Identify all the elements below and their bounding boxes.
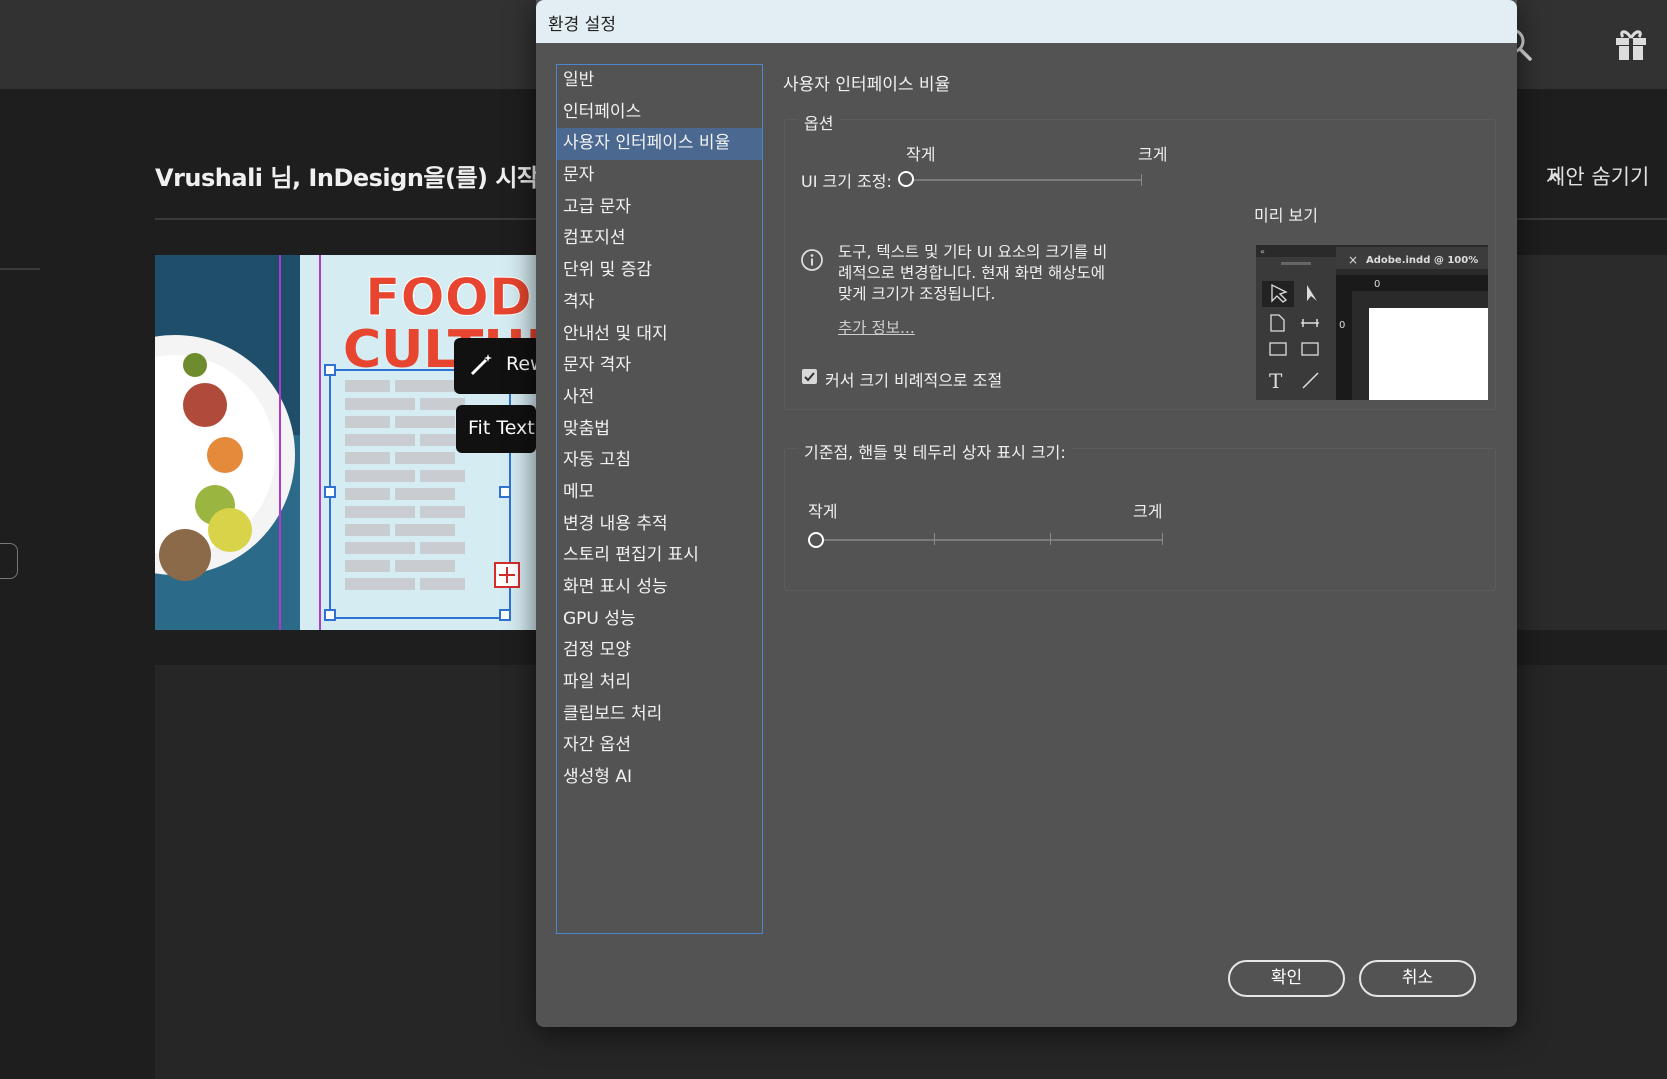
divider [0,268,40,270]
preferences-dialog: 환경 설정 일반 인터페이스 사용자 인터페이스 비율 문자 고급 문자 컴포지션 단위 및… [536,0,1517,1027]
nav-item[interactable]: 스토리 편집기 표시 [557,540,762,572]
nav-item[interactable]: 클립보드 처리 [557,699,762,731]
nav-item[interactable]: 맞춤법 [557,414,762,446]
ui-scale-small-label: 작게 [906,145,936,164]
slider-tick [1162,533,1163,545]
magic-wand-icon [470,354,492,376]
anchor-size-legend: 기준점, 핸들 및 테두리 상자 표시 크기: [798,439,1072,463]
nav-item[interactable]: 안내선 및 대지 [557,319,762,351]
nav-item[interactable]: 인터페이스 [557,97,762,129]
preview-ruler-zero-h: 0 [1374,279,1380,290]
anchor-size-slider-thumb[interactable] [808,532,824,548]
nav-item[interactable]: 문자 격자 [557,350,762,382]
nav-item[interactable]: 격자 [557,287,762,319]
ui-scale-large-label: 크게 [1138,145,1168,164]
preview-tab-label: Adobe.indd @ 100% [1366,255,1478,266]
cursor-scale-checkbox[interactable] [802,369,817,384]
anchor-size-slider-track[interactable] [816,539,1162,541]
nav-item[interactable]: 사용자 인터페이스 비율 [557,128,762,161]
ui-scale-preview: « T × Adobe.indd @ 100% 0 0 [1256,245,1488,400]
panel-title: 사용자 인터페이스 비율 [783,75,951,95]
more-info-link[interactable]: 추가 정보... [838,316,915,338]
preview-label: 미리 보기 [1254,206,1318,225]
nav-item[interactable]: 자간 옵션 [557,730,762,762]
preview-image: « T × Adobe.indd @ 100% 0 0 [1256,245,1488,400]
options-legend: 옵션 [798,110,840,134]
nav-item[interactable]: GPU 성능 [557,604,762,636]
collapse-glyph: « [1260,247,1265,256]
nav-item[interactable]: 자동 고침 [557,445,762,477]
nav-item[interactable]: 파일 처리 [557,667,762,699]
nav-item[interactable]: 단위 및 증감 [557,255,762,287]
ui-scale-slider-thumb[interactable] [898,171,914,187]
nav-item[interactable]: 메모 [557,477,762,509]
preferences-category-list[interactable]: 일반 인터페이스 사용자 인터페이스 비율 문자 고급 문자 컴포지션 단위 및 증감 격자 안… [556,64,763,934]
gift-icon[interactable] [1611,24,1651,64]
ui-scale-info-text: 도구, 텍스트 및 기타 UI 요소의 크기를 비례적으로 변경합니다. 현재 … [838,243,1108,303]
hide-suggestions-link[interactable]: 제안 숨기기 [1546,161,1649,191]
nav-item[interactable]: 문자 [557,160,762,192]
fit-text-chip-label: Fit Text [468,417,535,439]
cancel-button[interactable]: 취소 [1359,960,1476,997]
nav-item[interactable]: 검정 모양 [557,635,762,667]
nav-item[interactable]: 화면 표시 성능 [557,572,762,604]
ok-button[interactable]: 확인 [1228,960,1345,997]
slider-tick [1050,533,1051,545]
type-tool-glyph: T [1269,369,1283,393]
ui-scale-label: UI 크기 조정: [801,172,892,191]
dialog-title: 환경 설정 [536,0,1517,43]
nav-item[interactable]: 컴포지션 [557,223,762,255]
checkmark-icon [804,372,815,382]
nav-item[interactable]: 일반 [557,65,762,97]
slider-tick [934,533,935,545]
rewrite-chip[interactable]: Rewrite [454,338,578,394]
ui-scale-slider-track[interactable] [906,179,1142,181]
anchor-size-large-label: 크게 [1133,502,1163,521]
preview-ruler-zero-v: 0 [1339,320,1345,331]
info-icon [801,249,823,271]
anchor-size-small-label: 작게 [808,502,838,521]
nav-item[interactable]: 변경 내용 추적 [557,509,762,541]
fit-text-chip[interactable]: Fit Text [456,405,536,453]
nav-item[interactable]: 사전 [557,382,762,414]
slider-tick [1141,174,1142,186]
nav-item[interactable]: 생성형 AI [557,762,762,794]
preview-tab-close: × [1348,253,1358,267]
side-panel-button[interactable] [0,543,18,579]
nav-item[interactable]: 고급 문자 [557,192,762,224]
headline-food: FOOD [365,268,532,328]
cursor-scale-label[interactable]: 커서 크기 비례적으로 조절 [825,367,1002,391]
